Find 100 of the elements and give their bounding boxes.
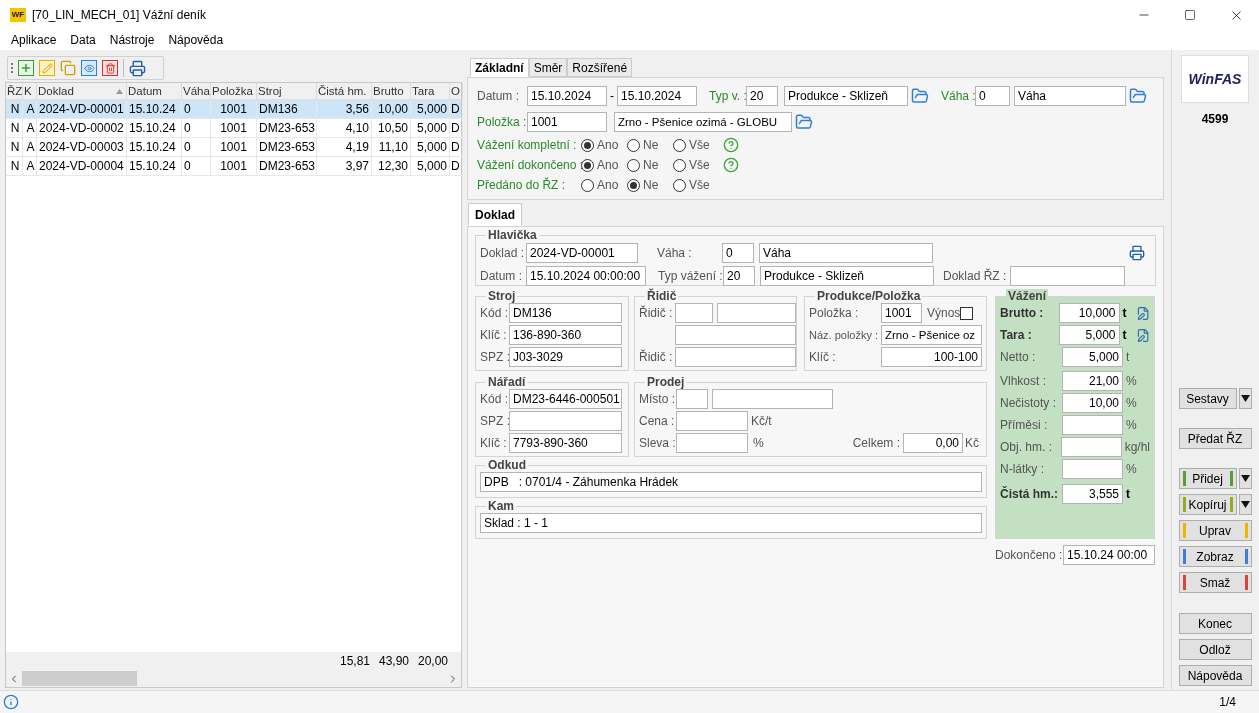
sidebar-button[interactable]: Sestavy bbox=[1178, 388, 1237, 409]
sidebar-button[interactable]: Smaž bbox=[1178, 572, 1252, 593]
text-field[interactable] bbox=[1010, 266, 1125, 286]
column-header[interactable]: K bbox=[23, 83, 37, 99]
text-field[interactable] bbox=[1062, 459, 1123, 479]
radio-button[interactable] bbox=[581, 138, 594, 152]
sidebar-button[interactable]: Nápověda bbox=[1178, 665, 1252, 686]
column-header[interactable]: Čistá hm. bbox=[317, 83, 372, 99]
column-header[interactable]: Doklad bbox=[37, 83, 127, 99]
text-field[interactable]: J03-3029 bbox=[509, 347, 622, 367]
folder-icon[interactable] bbox=[795, 113, 813, 131]
text-field[interactable] bbox=[676, 433, 748, 453]
text-field[interactable] bbox=[712, 389, 833, 409]
copy-icon[interactable] bbox=[60, 60, 76, 76]
sidebar-button[interactable]: Konec bbox=[1178, 613, 1252, 634]
text-field[interactable]: 5,000 bbox=[1058, 325, 1120, 345]
text-field[interactable] bbox=[676, 411, 748, 431]
text-field[interactable]: 1001 bbox=[527, 112, 607, 132]
text-field[interactable]: 7793-890-360 bbox=[509, 433, 622, 453]
text-field[interactable]: 136-890-360 bbox=[509, 325, 622, 345]
dropdown-button[interactable] bbox=[1238, 494, 1252, 515]
column-header[interactable]: Váha bbox=[182, 83, 211, 99]
print-icon[interactable] bbox=[1129, 245, 1145, 261]
text-field[interactable] bbox=[1062, 415, 1123, 435]
text-field[interactable] bbox=[675, 347, 796, 367]
menu-item[interactable]: Nástroje bbox=[102, 31, 162, 49]
edit-icon[interactable] bbox=[39, 60, 55, 76]
radio-button[interactable] bbox=[581, 178, 594, 192]
info-icon[interactable] bbox=[3, 694, 19, 710]
text-field[interactable]: 0,00 bbox=[903, 433, 963, 453]
radio-button[interactable] bbox=[581, 158, 594, 172]
text-field[interactable]: 15.10.2024 00:00:00 bbox=[526, 266, 646, 286]
text-field[interactable]: Produkce - Sklizeň bbox=[760, 266, 934, 286]
text-field[interactable] bbox=[509, 411, 622, 431]
text-field[interactable]: 100-100 bbox=[881, 347, 982, 367]
column-header[interactable]: Brutto bbox=[372, 83, 411, 99]
text-field[interactable]: DPB : 0701/4 - Záhumenka Hrádek bbox=[480, 472, 982, 492]
sidebar-button[interactable]: Přidej bbox=[1178, 468, 1237, 489]
text-field[interactable]: 5,000 bbox=[1062, 347, 1123, 367]
menu-item[interactable]: Aplikace bbox=[4, 31, 64, 49]
text-field[interactable]: 10,000 bbox=[1058, 303, 1120, 323]
add-icon[interactable] bbox=[18, 60, 34, 76]
horizontal-scrollbar[interactable] bbox=[6, 670, 461, 687]
table-row[interactable]: N A 2024-VD-00002 15.10.24 0 1001 DM23-653 4,10 10,50 5,000 D bbox=[6, 119, 461, 138]
column-header[interactable]: O bbox=[450, 83, 463, 99]
sidebar-button[interactable]: Předat ŘZ bbox=[1178, 428, 1252, 449]
help-icon[interactable] bbox=[723, 157, 739, 173]
text-field[interactable] bbox=[717, 303, 796, 323]
tab[interactable]: Základní bbox=[470, 58, 529, 77]
help-icon[interactable] bbox=[723, 137, 739, 153]
radio-button[interactable] bbox=[673, 178, 686, 192]
text-field[interactable]: 2024-VD-00001 bbox=[526, 243, 638, 263]
text-field[interactable]: 3,555 bbox=[1062, 484, 1123, 504]
sidebar-button[interactable]: Uprav bbox=[1178, 520, 1252, 541]
text-field[interactable]: Produkce - Sklizeň bbox=[784, 86, 908, 106]
text-field[interactable]: Zrno - Pšenice ozimá - GLOBU bbox=[614, 112, 792, 132]
sidebar-button[interactable]: Odlož bbox=[1178, 639, 1252, 660]
column-header[interactable]: ŘZ bbox=[6, 83, 23, 99]
edit-icon[interactable] bbox=[1135, 305, 1150, 321]
edit-icon[interactable] bbox=[1135, 327, 1150, 343]
folder-icon[interactable] bbox=[911, 87, 929, 105]
column-header[interactable]: Položka bbox=[211, 83, 257, 99]
column-header[interactable]: Datum bbox=[127, 83, 182, 99]
text-field[interactable]: 15.10.2024 bbox=[527, 86, 607, 106]
text-field[interactable] bbox=[676, 389, 708, 409]
text-field[interactable]: 20 bbox=[746, 86, 778, 106]
text-field[interactable]: Zrno - Pšenice oz bbox=[881, 325, 982, 345]
text-field[interactable]: 1001 bbox=[881, 303, 922, 323]
table-row[interactable]: N A 2024-VD-00003 15.10.24 0 1001 DM23-653 4,19 11,10 5,000 D bbox=[6, 138, 461, 157]
text-field[interactable]: 15.10.2024 bbox=[617, 86, 697, 106]
text-field[interactable]: 15.10.24 00:00 bbox=[1063, 545, 1155, 565]
radio-button[interactable] bbox=[673, 158, 686, 172]
tab[interactable]: Směr bbox=[528, 58, 568, 77]
column-header[interactable]: Tara bbox=[411, 83, 450, 99]
text-field[interactable] bbox=[1060, 437, 1122, 457]
text-field[interactable]: 20 bbox=[723, 266, 755, 286]
radio-button[interactable] bbox=[627, 138, 640, 152]
view-icon[interactable] bbox=[81, 60, 97, 76]
sidebar-button[interactable]: Kopíruj bbox=[1178, 494, 1237, 515]
text-field[interactable]: 0 bbox=[722, 243, 754, 263]
text-field[interactable]: 10,00 bbox=[1062, 393, 1123, 413]
sidebar-button[interactable]: Zobraz bbox=[1178, 546, 1252, 567]
table-row[interactable]: N A 2024-VD-00004 15.10.24 0 1001 DM23-653 3,97 12,30 5,000 D bbox=[6, 157, 461, 176]
radio-button[interactable] bbox=[627, 158, 640, 172]
folder-icon[interactable] bbox=[1129, 87, 1147, 105]
print-icon[interactable] bbox=[129, 59, 146, 77]
text-field[interactable]: 0 bbox=[975, 86, 1010, 106]
checkbox[interactable] bbox=[960, 306, 974, 320]
tab[interactable]: Doklad bbox=[468, 203, 522, 226]
radio-button[interactable] bbox=[627, 178, 640, 192]
text-field[interactable]: DM136 bbox=[509, 303, 622, 323]
column-header[interactable]: Stroj bbox=[257, 83, 317, 99]
text-field[interactable]: Váha bbox=[1014, 86, 1126, 106]
menu-item[interactable]: Nápověda bbox=[161, 31, 231, 49]
menu-item[interactable]: Data bbox=[63, 31, 103, 49]
text-field[interactable]: Sklad : 1 - 1 bbox=[480, 513, 982, 533]
tab[interactable]: Rozšířené bbox=[567, 58, 633, 77]
radio-button[interactable] bbox=[673, 138, 686, 152]
text-field[interactable]: 21,00 bbox=[1062, 371, 1123, 391]
text-field[interactable]: Váha bbox=[759, 243, 933, 263]
